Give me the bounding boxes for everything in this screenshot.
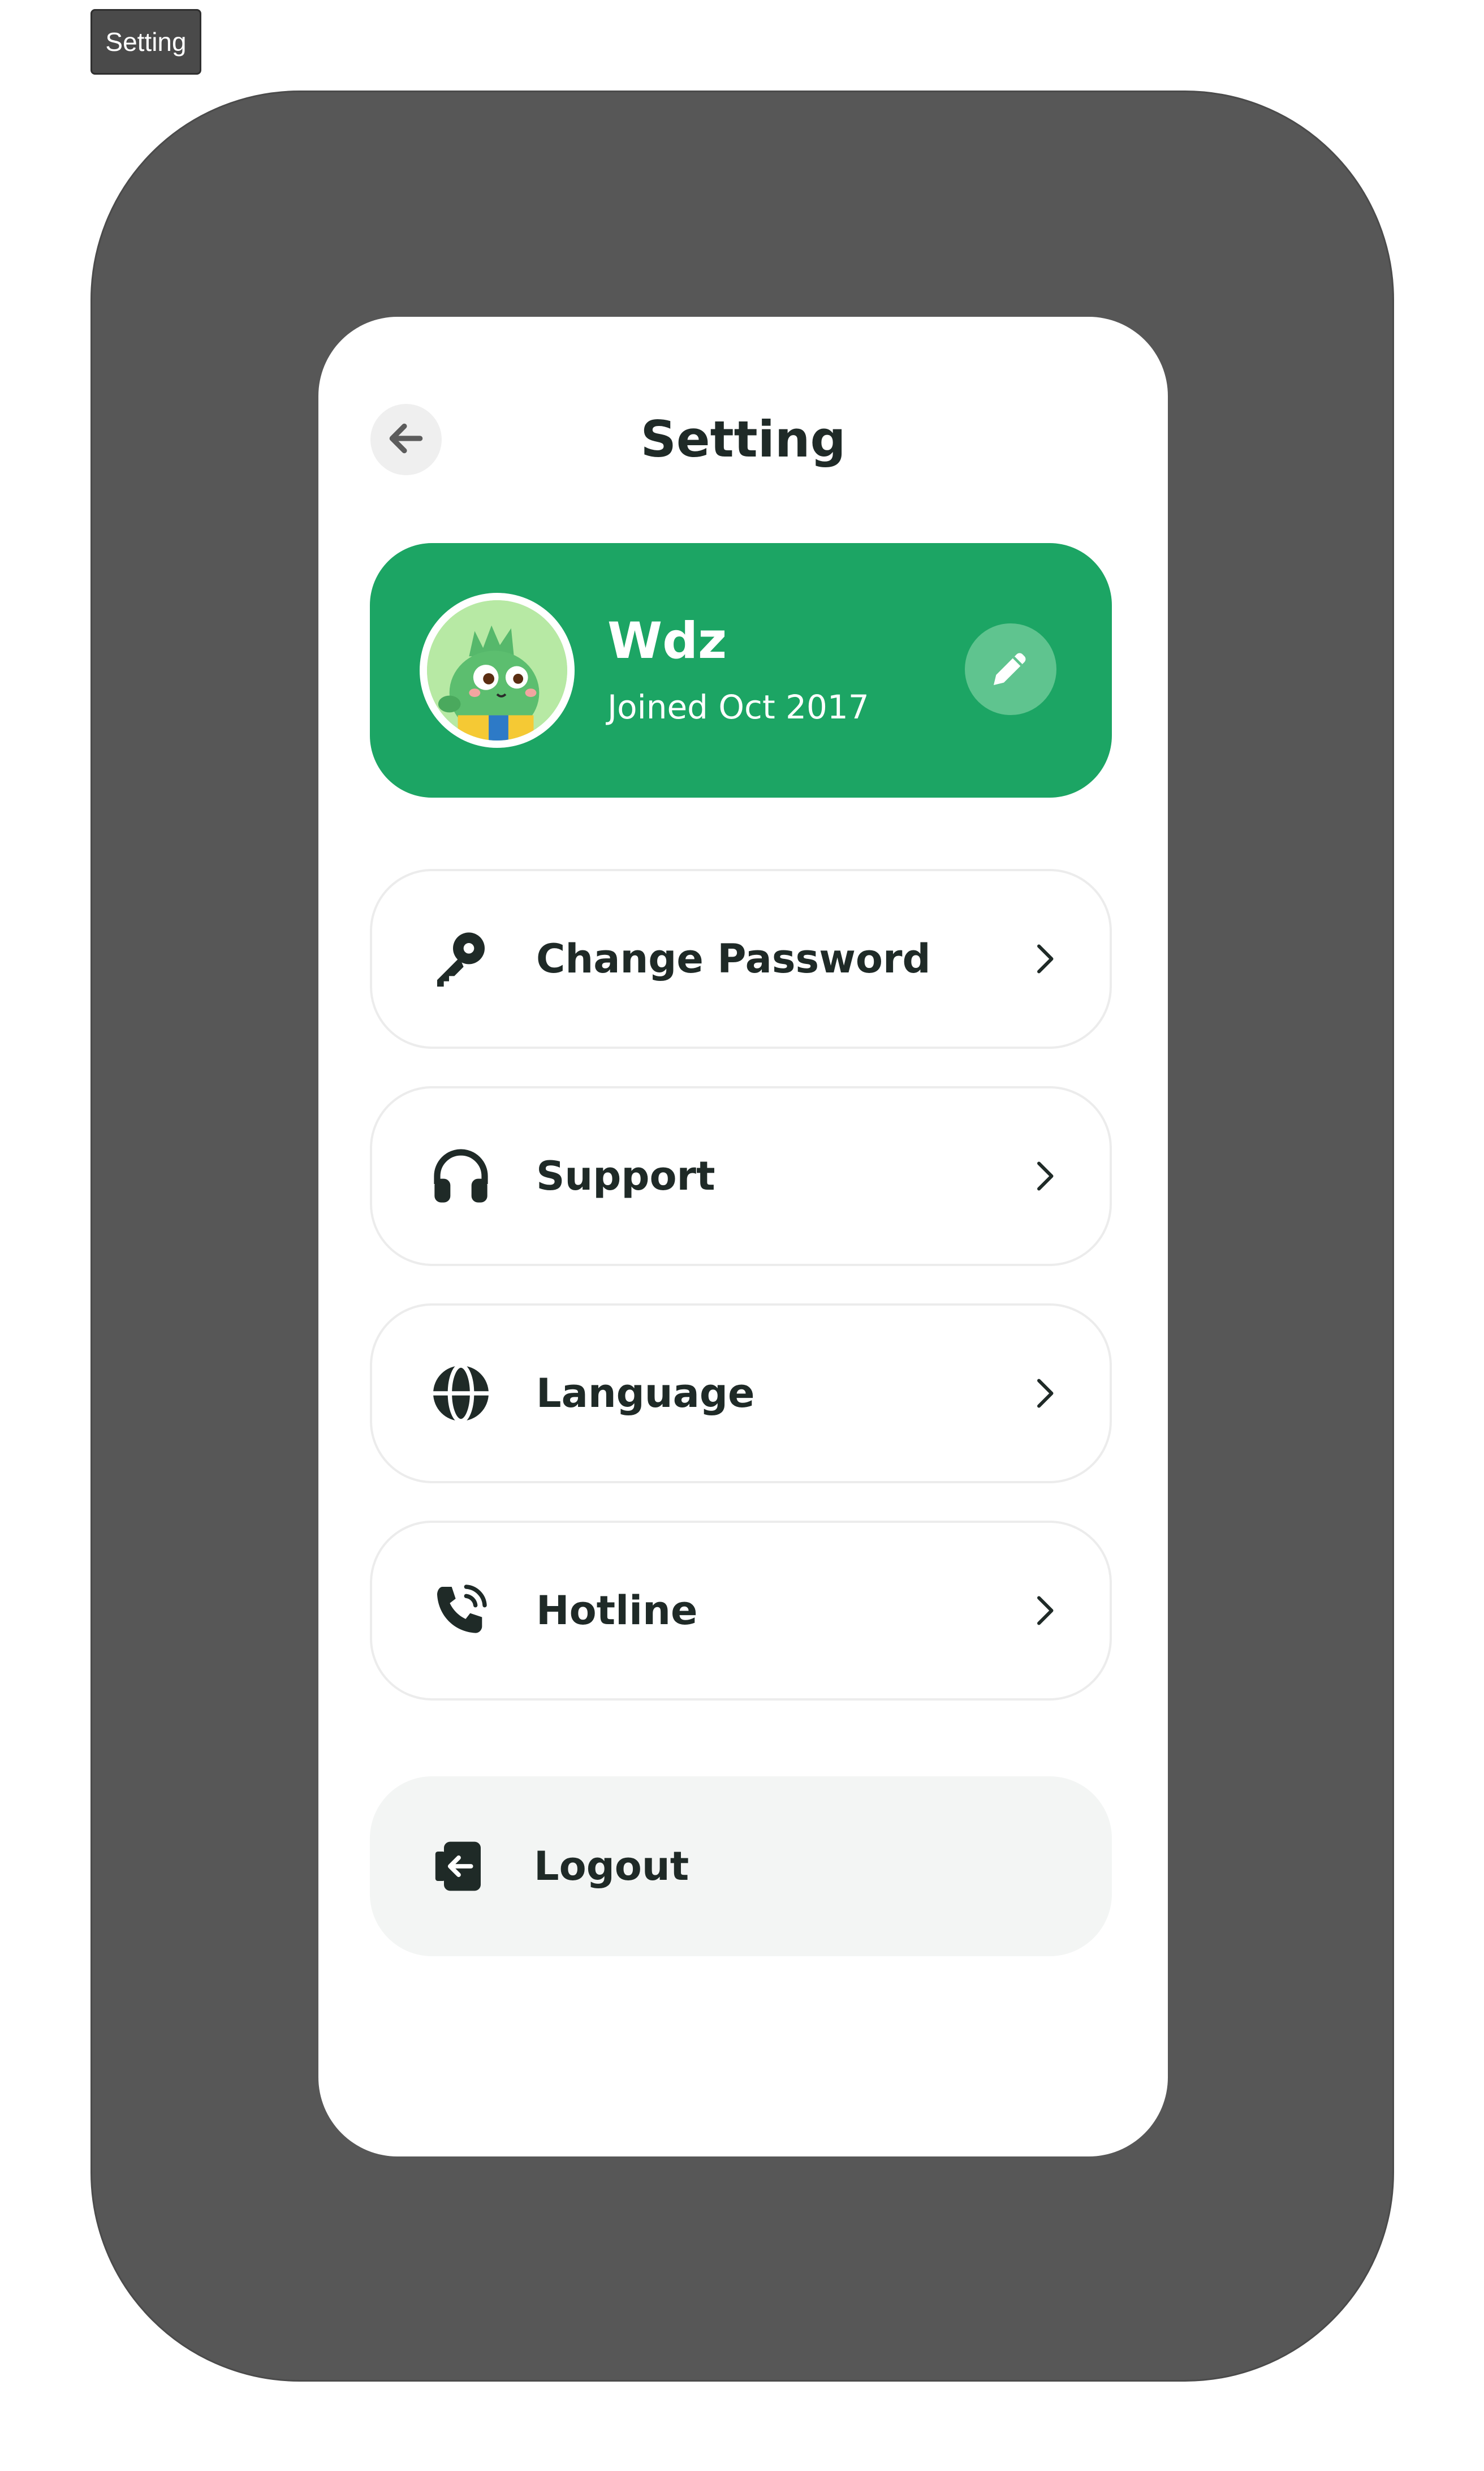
settings-screen: Setting Wdz Joined Oct 2017 Change Passw… <box>318 317 1168 2156</box>
headphones-icon <box>428 1143 494 1209</box>
profile-card: Wdz Joined Oct 2017 <box>370 543 1112 798</box>
frame-label: Setting <box>90 9 201 75</box>
menu-item-label: Support <box>536 1153 715 1199</box>
dino-avatar-icon <box>427 600 567 741</box>
menu-item-label: Language <box>536 1370 755 1417</box>
phone-ringing-icon <box>428 1577 494 1644</box>
menu-item-label: Change Password <box>536 936 931 982</box>
menu-item-support[interactable]: Support <box>370 1086 1112 1266</box>
menu-item-language[interactable]: Language <box>370 1303 1112 1483</box>
menu-item-change-password[interactable]: Change Password <box>370 869 1112 1049</box>
logout-icon <box>425 1833 492 1900</box>
menu-item-label: Hotline <box>536 1587 698 1634</box>
profile-joined-date: Joined Oct 2017 <box>607 688 869 726</box>
logout-label: Logout <box>534 1843 689 1889</box>
avatar[interactable] <box>420 593 575 748</box>
profile-name: Wdz <box>607 612 727 670</box>
chevron-right-icon <box>1017 1583 1072 1638</box>
menu-item-hotline[interactable]: Hotline <box>370 1521 1112 1701</box>
chevron-right-icon <box>1017 931 1072 987</box>
globe-icon <box>428 1360 494 1427</box>
edit-profile-button[interactable] <box>965 623 1056 715</box>
chevron-right-icon <box>1017 1148 1072 1204</box>
logout-button[interactable]: Logout <box>370 1776 1112 1956</box>
key-icon <box>428 925 494 992</box>
pencil-icon <box>988 645 1033 693</box>
chevron-right-icon <box>1017 1366 1072 1421</box>
page-title: Setting <box>640 410 846 468</box>
